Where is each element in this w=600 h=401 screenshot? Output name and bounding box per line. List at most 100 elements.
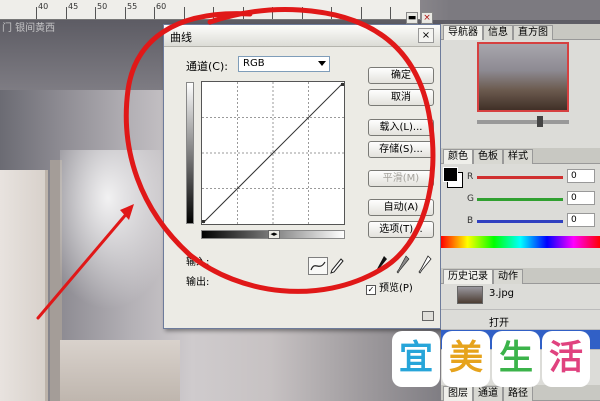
- smooth-button[interactable]: 平滑(M): [368, 170, 434, 187]
- output-label: 输出:: [186, 277, 210, 288]
- gray-eyedropper-icon[interactable]: [396, 255, 410, 275]
- expand-icon[interactable]: [422, 311, 434, 321]
- ruler-tick: [36, 7, 37, 19]
- tab-channels[interactable]: 通道: [473, 386, 503, 401]
- watermark-char: 活: [544, 333, 588, 385]
- blue-value[interactable]: 0: [567, 213, 595, 227]
- ruler-tick: [125, 7, 126, 19]
- ruler-mark: 50: [97, 2, 108, 11]
- options-button[interactable]: 选项(T)...: [368, 221, 434, 238]
- zoom-slider-thumb[interactable]: [537, 116, 543, 127]
- input-gradient-bar: ◂▸: [201, 230, 345, 239]
- preview-label: 预览(P): [379, 283, 413, 294]
- curve-tool-icon[interactable]: [308, 257, 328, 275]
- curves-dialog: 曲线 × 通道(C): RGB ◂▸ 输入: 输出: 确定 取消 载入(L)..…: [163, 24, 441, 329]
- white-eyedropper-icon[interactable]: [418, 255, 432, 275]
- cancel-button[interactable]: 取消: [368, 89, 434, 106]
- curve-graph[interactable]: [201, 81, 345, 225]
- tab-histogram[interactable]: 直方图: [513, 25, 553, 40]
- tab-paths[interactable]: 路径: [503, 386, 533, 401]
- preview-checkbox[interactable]: ✓ 预览(P): [366, 279, 413, 295]
- foreground-color-swatch[interactable]: [443, 167, 458, 182]
- ruler-tick: [95, 7, 96, 19]
- snapshot-thumbnail: [457, 286, 483, 304]
- tab-actions[interactable]: 动作: [493, 269, 523, 284]
- tab-styles[interactable]: 样式: [503, 149, 533, 164]
- color-tabs: 颜色 色板 样式: [441, 148, 600, 164]
- color-channel-label: G: [467, 194, 474, 204]
- ruler-mark: 60: [156, 2, 167, 11]
- output-gradient-bar: [186, 82, 194, 224]
- history-tabs: 历史记录 动作: [441, 268, 600, 284]
- close-window-button[interactable]: ×: [421, 12, 433, 24]
- load-button[interactable]: 载入(L)...: [368, 119, 434, 136]
- photo-skirting: [60, 340, 180, 401]
- ruler-mark: 45: [68, 2, 79, 11]
- document-tab-title[interactable]: 门 银间黄西: [2, 19, 55, 34]
- ruler-tick: [243, 7, 244, 19]
- channel-select[interactable]: RGB: [238, 56, 330, 72]
- history-snapshot[interactable]: 3.jpg: [441, 284, 600, 310]
- minimize-button[interactable]: ▬: [406, 12, 418, 24]
- auto-button[interactable]: 自动(A): [368, 199, 434, 216]
- navigator-tabs: 导航器 信息 直方图: [441, 24, 600, 40]
- ruler-tick: [154, 7, 155, 19]
- blue-slider[interactable]: [477, 220, 563, 223]
- watermark-char-text: 生: [499, 338, 533, 378]
- zoom-slider[interactable]: [477, 116, 569, 127]
- ruler-tick: [331, 7, 332, 19]
- history-item-label: 3.jpg: [489, 288, 515, 299]
- tab-layers[interactable]: 图层: [443, 386, 473, 401]
- history-item-label: 打开: [489, 318, 509, 329]
- channel-label: 通道(C):: [186, 60, 228, 73]
- green-slider[interactable]: [477, 198, 563, 201]
- history-item[interactable]: 打开: [441, 310, 600, 330]
- ok-button[interactable]: 确定: [368, 67, 434, 84]
- ruler-mark: 55: [127, 2, 138, 11]
- ruler-tick: [302, 7, 303, 19]
- dialog-titlebar[interactable]: 曲线 ×: [164, 25, 440, 47]
- curve-grid-svg: [202, 82, 344, 224]
- dialog-title: 曲线: [170, 31, 192, 44]
- watermark-char-text: 活: [549, 338, 583, 378]
- watermark-char: 宜: [394, 333, 438, 385]
- ruler-tick: [66, 7, 67, 19]
- watermark-char-text: 宜: [399, 338, 433, 378]
- tab-history[interactable]: 历史记录: [443, 269, 493, 284]
- red-value[interactable]: 0: [567, 169, 595, 183]
- ruler-tick: [184, 7, 185, 19]
- ruler-tick: [272, 7, 273, 19]
- tab-swatches[interactable]: 色板: [473, 149, 503, 164]
- watermark-char: 生: [494, 333, 538, 385]
- ruler-tick: [361, 7, 362, 19]
- input-label: 输入:: [186, 257, 210, 268]
- dialog-close-button[interactable]: ×: [418, 28, 434, 43]
- tab-color[interactable]: 颜色: [443, 149, 473, 164]
- watermark-char: 美: [444, 333, 488, 385]
- color-spectrum[interactable]: [441, 236, 600, 248]
- chevron-down-icon: [318, 61, 326, 66]
- red-slider[interactable]: [477, 176, 563, 179]
- black-eyedropper-icon[interactable]: [374, 255, 388, 275]
- channel-select-value: RGB: [243, 58, 265, 69]
- layer-tabs: 图层 通道 路径: [441, 385, 600, 401]
- watermark-char-text: 美: [449, 338, 483, 378]
- save-button[interactable]: 存储(S)...: [368, 141, 434, 158]
- color-channel-label: R: [467, 172, 474, 182]
- ruler-mark: 40: [38, 2, 49, 11]
- photo-door: [0, 170, 48, 401]
- horizontal-ruler[interactable]: 40 45 50 55 60: [0, 0, 420, 20]
- tab-navigator[interactable]: 导航器: [443, 25, 483, 40]
- curve-point-white[interactable]: [341, 83, 344, 86]
- pencil-icon[interactable]: [329, 257, 345, 275]
- green-value[interactable]: 0: [567, 191, 595, 205]
- ruler-tick: [390, 7, 391, 19]
- gradient-toggle-icon[interactable]: ◂▸: [268, 230, 280, 239]
- tab-info[interactable]: 信息: [483, 25, 513, 40]
- navigator-thumbnail[interactable]: [477, 42, 569, 112]
- curve-point-black[interactable]: [202, 220, 205, 223]
- color-channel-label: B: [467, 216, 474, 226]
- checkmark-icon: ✓: [366, 285, 376, 295]
- photo-wall-light: [60, 150, 180, 310]
- ruler-tick: [213, 7, 214, 19]
